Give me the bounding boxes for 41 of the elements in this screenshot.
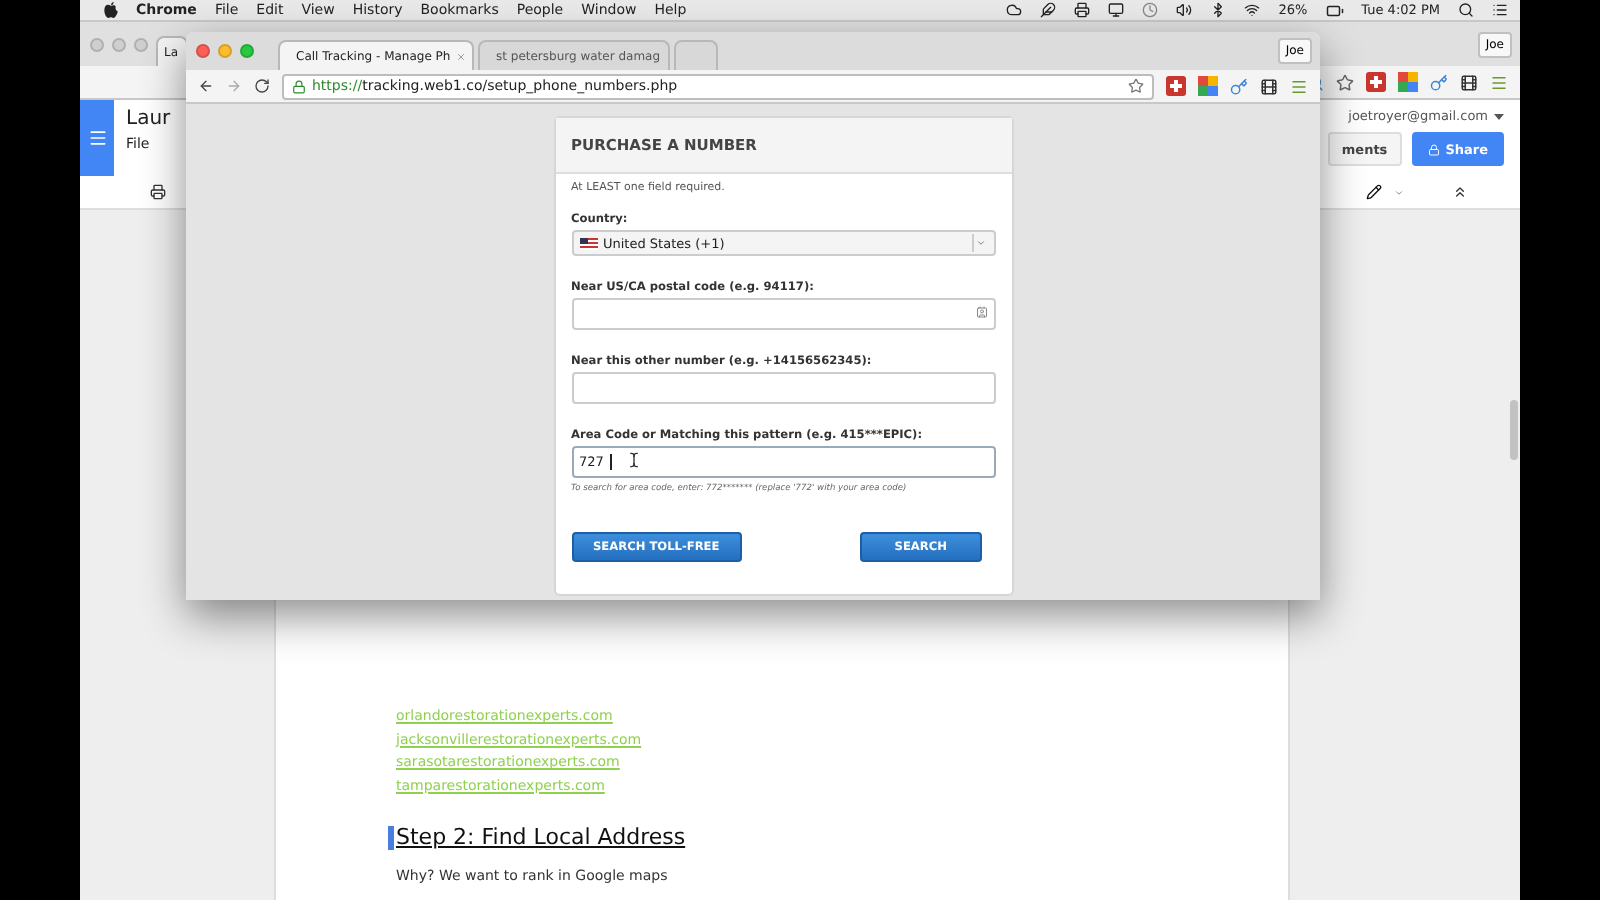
close-light[interactable] (196, 44, 210, 58)
caret-icon (975, 238, 985, 248)
display-icon[interactable] (1108, 2, 1125, 18)
battery-icon[interactable] (1325, 1, 1344, 19)
cloud-icon[interactable] (1006, 2, 1023, 18)
film-icon[interactable] (1260, 77, 1278, 95)
flag-icon (579, 237, 597, 249)
text-cursor-icon (625, 452, 642, 468)
menu-icon[interactable] (1290, 77, 1308, 95)
caret-icon[interactable] (1494, 113, 1504, 119)
lock-icon (1427, 143, 1440, 155)
collapse-icon[interactable] (1452, 184, 1468, 200)
printer-icon[interactable] (150, 184, 166, 200)
lines-icon (87, 128, 107, 148)
reload-icon[interactable] (254, 78, 270, 94)
bluetooth-icon[interactable] (1210, 2, 1227, 18)
menu-icon[interactable] (1490, 73, 1508, 91)
printer-icon[interactable] (1074, 2, 1091, 18)
star-icon[interactable] (1336, 73, 1354, 91)
clock-icon[interactable] (1142, 2, 1159, 18)
document-heading: Step 2: Find Local Address (396, 824, 686, 850)
key-icon[interactable] (1230, 77, 1248, 95)
film-icon[interactable] (1460, 73, 1478, 91)
contact-card-icon (975, 306, 987, 318)
input-field[interactable] (571, 298, 995, 330)
pencil-icon[interactable] (1366, 184, 1382, 200)
scrollbar-thumb[interactable] (1510, 400, 1518, 460)
document-title[interactable]: Laur (126, 108, 171, 130)
back-icon[interactable] (198, 78, 214, 94)
volume-icon[interactable] (1176, 2, 1193, 18)
search-icon[interactable] (1458, 2, 1474, 18)
bookmark-icon (388, 825, 394, 849)
list-icon[interactable] (1492, 2, 1508, 18)
docs-logo-icon[interactable] (80, 100, 114, 176)
feather-icon[interactable] (1040, 2, 1057, 18)
input-field[interactable] (571, 372, 995, 404)
lock-icon (292, 79, 306, 93)
apple-icon[interactable] (104, 2, 118, 18)
key-icon[interactable] (1430, 73, 1448, 91)
wifi-icon[interactable] (1244, 2, 1261, 18)
star-icon (1128, 78, 1144, 94)
